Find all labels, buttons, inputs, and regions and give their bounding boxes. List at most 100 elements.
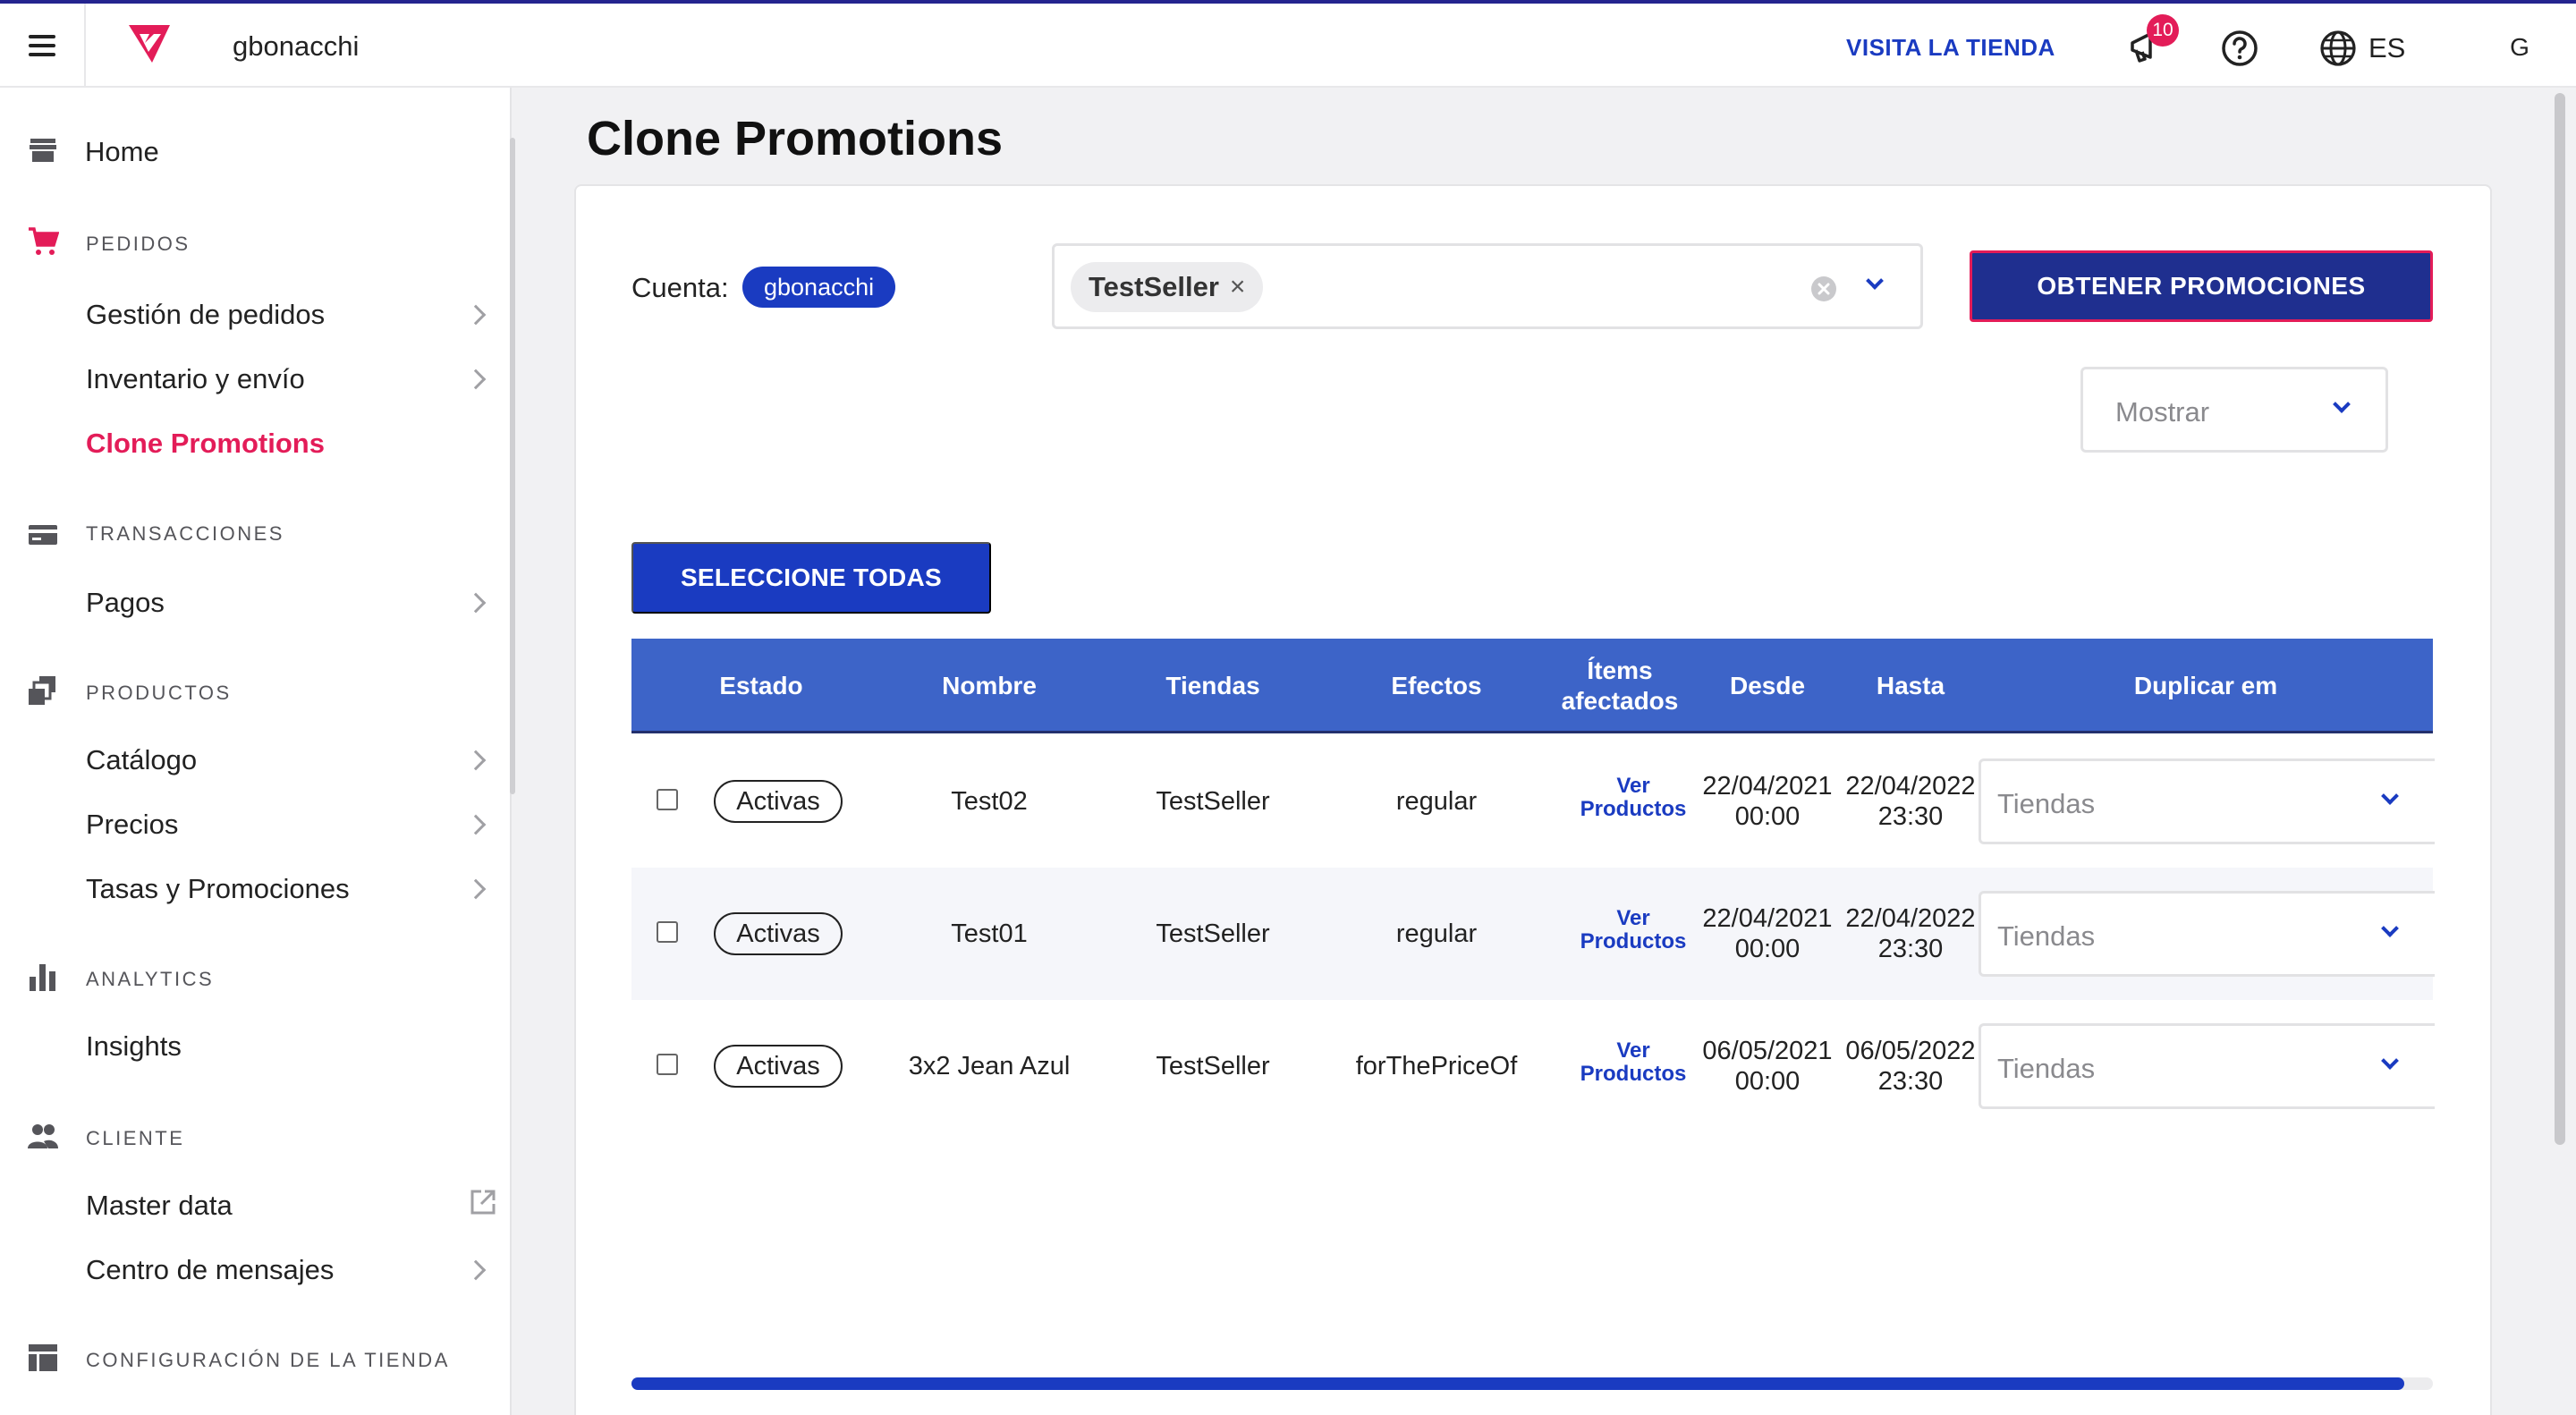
cell-tiendas: TestSeller — [1156, 919, 1270, 948]
table-horizontal-scrollbar[interactable] — [631, 1377, 2433, 1390]
stores-placeholder: Tiendas — [1997, 920, 2096, 952]
view-products-link[interactable]: Ver Productos — [1571, 1039, 1696, 1086]
duplicate-stores-select[interactable]: Tiendas — [1979, 891, 2435, 977]
get-promotions-button[interactable]: OBTENER PROMOCIONES — [1970, 250, 2433, 322]
table-header: Estado Nombre Tiendas Efectos Ítems afec… — [631, 639, 2433, 733]
header-items-line1: Ítems — [1587, 657, 1653, 684]
cell-desde: 22/04/2021 00:00 — [1696, 735, 1839, 868]
show-select[interactable]: Mostrar — [2080, 367, 2388, 453]
hasta-date: 22/04/2022 — [1845, 904, 1976, 933]
cell-nombre: Test02 — [951, 787, 1028, 816]
external-link-icon — [470, 1190, 496, 1215]
chevron-down-icon[interactable] — [1866, 272, 1884, 290]
duplicate-stores-select[interactable]: Tiendas — [1979, 758, 2435, 844]
chevron-right-icon — [465, 750, 487, 771]
section-configuracion: CONFIGURACIÓN DE LA TIENDA — [86, 1349, 450, 1371]
header-duplicar[interactable]: Duplicar em — [1979, 639, 2433, 733]
hasta-time: 23:30 — [1877, 935, 1944, 963]
row-checkbox[interactable] — [657, 921, 678, 943]
header-desde[interactable]: Desde — [1696, 639, 1839, 733]
sidebar-item-catalogo[interactable]: Catálogo — [86, 744, 197, 776]
section-transacciones: TRANSACCIONES — [86, 522, 284, 545]
cell-desde: 22/04/2021 00:00 — [1696, 868, 1839, 1000]
header-estado[interactable]: Estado — [685, 639, 837, 733]
language-selector[interactable]: ES — [2368, 32, 2405, 64]
header-nombre[interactable]: Nombre — [900, 639, 1079, 733]
store-icon — [30, 139, 56, 162]
seller-multiselect[interactable]: TestSeller × — [1052, 243, 1923, 329]
globe-icon[interactable] — [2318, 29, 2358, 68]
account-label: Cuenta: — [631, 272, 729, 303]
view-products-line1: Ver — [1616, 906, 1650, 930]
sidebar-item-pagos[interactable]: Pagos — [86, 587, 165, 619]
section-analytics: ANALYTICS — [86, 968, 215, 990]
sidebar-item-precios[interactable]: Precios — [86, 809, 178, 841]
chevron-right-icon — [465, 1259, 487, 1281]
table-row: Activas Test02 TestSeller regular Ver Pr… — [631, 735, 2435, 868]
users-icon — [28, 1124, 58, 1148]
menu-button[interactable] — [0, 4, 86, 88]
clear-icon[interactable] — [1809, 275, 1838, 303]
chevron-down-icon — [2381, 787, 2399, 805]
header-hasta[interactable]: Hasta — [1839, 639, 1982, 733]
view-products-line2: Productos — [1580, 929, 1687, 953]
desde-time: 00:00 — [1734, 1067, 1801, 1096]
sidebar-item-inventario[interactable]: Inventario y envío — [86, 363, 305, 395]
notification-badge: 10 — [2147, 14, 2179, 47]
hasta-date: 06/05/2022 — [1845, 1037, 1976, 1065]
cell-desde: 06/05/2021 00:00 — [1696, 1000, 1839, 1132]
cart-icon — [29, 227, 59, 255]
help-icon[interactable] — [2220, 29, 2259, 68]
view-products-link[interactable]: Ver Productos — [1571, 775, 1696, 821]
view-products-line2: Productos — [1580, 797, 1687, 821]
hasta-time: 23:30 — [1877, 802, 1944, 831]
chevron-right-icon — [465, 304, 487, 326]
status-badge: Activas — [714, 912, 843, 955]
scrollbar-thumb[interactable] — [631, 1377, 2404, 1390]
remove-chip-icon[interactable]: × — [1230, 272, 1246, 302]
seller-chip: TestSeller × — [1071, 262, 1264, 312]
hasta-date: 22/04/2022 — [1845, 772, 1976, 801]
seller-chip-label: TestSeller — [1089, 271, 1219, 302]
row-checkbox[interactable] — [657, 789, 678, 810]
desde-time: 00:00 — [1734, 802, 1801, 831]
sidebar-item-gestion-pedidos[interactable]: Gestión de pedidos — [86, 299, 325, 331]
vtex-logo-icon[interactable] — [125, 23, 174, 66]
cell-efectos: forThePriceOf — [1355, 1052, 1518, 1080]
desde-date: 06/05/2021 — [1702, 1037, 1833, 1065]
cell-hasta: 22/04/2022 23:30 — [1839, 735, 1982, 868]
sidebar-item-centro-mensajes[interactable]: Centro de mensajes — [86, 1254, 334, 1286]
cell-tiendas: TestSeller — [1156, 787, 1270, 816]
header-items-afectados[interactable]: Ítems afectados — [1553, 639, 1687, 733]
row-checkbox[interactable] — [657, 1054, 678, 1075]
visit-store-link[interactable]: VISITA LA TIENDA — [1846, 34, 2055, 62]
duplicate-stores-select[interactable]: Tiendas — [1979, 1023, 2435, 1109]
chevron-down-icon — [2333, 395, 2351, 413]
avatar[interactable]: G — [2499, 27, 2540, 68]
sidebar-scrollbar[interactable] — [510, 138, 515, 794]
sidebar-item-home[interactable]: Home — [85, 136, 159, 168]
header-tiendas[interactable]: Tiendas — [1123, 639, 1302, 733]
cell-hasta: 06/05/2022 23:30 — [1839, 1000, 1982, 1132]
page-vertical-scrollbar[interactable] — [2555, 93, 2565, 1145]
account-name[interactable]: gbonacchi — [233, 30, 359, 63]
credit-card-icon — [29, 525, 57, 545]
sidebar-item-clone-promotions[interactable]: Clone Promotions — [86, 428, 325, 460]
layout-icon — [29, 1344, 57, 1371]
chevron-down-icon — [2381, 919, 2399, 937]
sidebar: Home PEDIDOS Gestión de pedidos Inventar… — [0, 88, 515, 1415]
desde-date: 22/04/2021 — [1702, 904, 1833, 933]
sidebar-item-master-data[interactable]: Master data — [86, 1190, 233, 1222]
sidebar-item-insights[interactable]: Insights — [86, 1030, 182, 1063]
sidebar-item-tasas[interactable]: Tasas y Promociones — [86, 873, 350, 905]
view-products-line2: Productos — [1580, 1062, 1687, 1086]
view-products-line1: Ver — [1616, 774, 1650, 798]
bar-chart-icon — [30, 964, 55, 991]
desde-date: 22/04/2021 — [1702, 772, 1833, 801]
view-products-link[interactable]: Ver Productos — [1571, 907, 1696, 953]
cell-nombre: Test01 — [951, 919, 1028, 948]
hamburger-icon — [29, 32, 55, 59]
header-efectos[interactable]: Efectos — [1347, 639, 1526, 733]
chevron-right-icon — [465, 878, 487, 900]
select-all-button[interactable]: SELECCIONE TODAS — [631, 542, 991, 614]
